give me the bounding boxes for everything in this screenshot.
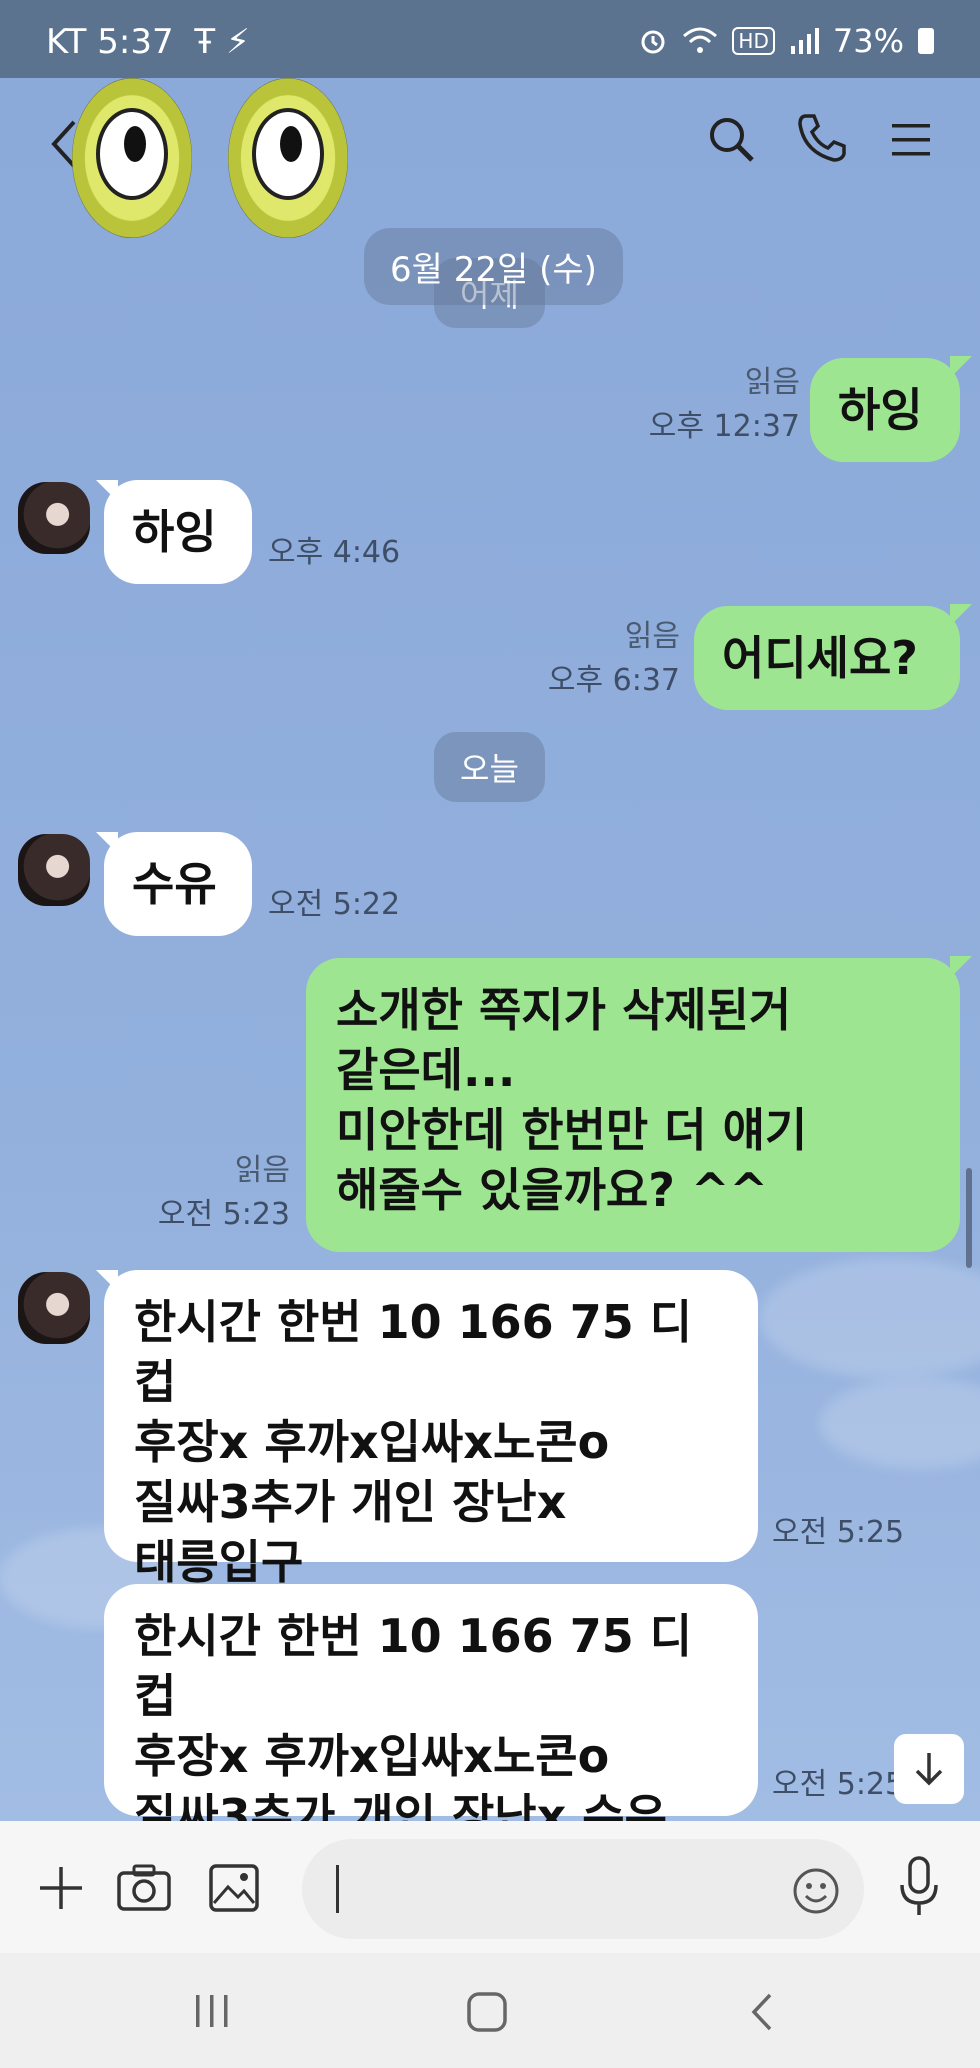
time-label: 오후 4:46 xyxy=(268,535,401,570)
their-message-bubble[interactable]: 수유 xyxy=(104,832,252,936)
image-icon[interactable] xyxy=(208,1863,260,1913)
message-text: 하잉 xyxy=(838,383,923,437)
read-receipt: 읽음 xyxy=(700,364,800,402)
time-label: 오전 5:25 xyxy=(772,1515,905,1550)
date-separator-today: 오늘 xyxy=(434,732,545,802)
chat-area[interactable]: 어제 6월 22일 (수) 읽음 오후 12:37 하잉 하잉 오후 4:46 … xyxy=(0,78,980,1821)
date-label: 6월 22일 (수) xyxy=(390,250,597,290)
time-label: 오후 6:37 xyxy=(547,663,680,698)
status-carrier-time: KT 5:37 Ŧ ⚡ xyxy=(46,22,250,62)
message-text: 하잉 xyxy=(132,505,217,559)
my-message-bubble[interactable]: 어디세요? xyxy=(694,606,960,710)
scroll-to-bottom-button[interactable] xyxy=(894,1734,964,1804)
battery-icon xyxy=(918,28,934,54)
pupil xyxy=(124,126,146,162)
bubble-tail xyxy=(950,604,972,626)
eye-white xyxy=(252,108,324,200)
message-time: 오후 12:37 xyxy=(600,408,800,446)
wifi-icon xyxy=(683,27,718,53)
carrier-time: KT 5:37 xyxy=(46,22,174,62)
sticky-date-header: 6월 22일 (수) xyxy=(364,228,623,305)
emoji-icon[interactable] xyxy=(792,1867,840,1915)
sticker-right-eye xyxy=(228,78,348,238)
phone-icon[interactable] xyxy=(796,112,846,164)
message-time: 오전 5:22 xyxy=(268,886,400,924)
time-label: 오전 5:23 xyxy=(157,1197,290,1232)
avatar[interactable] xyxy=(18,834,90,906)
battery-level: 73% xyxy=(832,22,904,60)
alarm-icon xyxy=(641,30,665,54)
message-text: 한시간 한번 10 166 75 디컵 후장x 후까x입싸x노콘o 질싸3추가 … xyxy=(134,1609,693,1821)
signal-icon xyxy=(790,28,819,54)
read-label: 읽음 xyxy=(624,619,680,654)
time-label: 오전 5:25 xyxy=(772,1767,905,1802)
bubble-tail xyxy=(950,956,972,978)
system-navigation-bar xyxy=(0,1953,980,2068)
hd-icon: HD xyxy=(732,27,775,55)
message-text: 소개한 쪽지가 삭제된거 같은데... 미안한데 한번만 더 얘기 해줄수 있을… xyxy=(336,983,808,1217)
plus-icon[interactable] xyxy=(36,1863,86,1913)
time-label: 오후 12:37 xyxy=(648,409,800,444)
message-input-bar xyxy=(0,1821,980,1953)
eye-white xyxy=(96,108,168,200)
message-time: 오전 5:23 xyxy=(90,1196,290,1234)
notification-icons: Ŧ ⚡ xyxy=(194,22,250,62)
recent-apps-icon[interactable] xyxy=(192,1991,232,2031)
avatar[interactable] xyxy=(18,482,90,554)
read-label: 읽음 xyxy=(744,365,800,400)
their-message-bubble[interactable]: 한시간 한번 10 166 75 디컵 후장x 후까x입싸x노콘o 질싸3추가 … xyxy=(104,1270,758,1589)
message-input-field[interactable] xyxy=(302,1839,864,1939)
status-icons: HD 73% xyxy=(638,22,934,60)
their-message-bubble[interactable]: 한시간 한번 10 166 75 디컵 후장x 후까x입싸x노콘o 질싸3추가 … xyxy=(104,1584,758,1821)
message-text: 어디세요? xyxy=(722,631,918,685)
message-time: 오후 4:46 xyxy=(268,534,400,572)
message-time: 오후 6:37 xyxy=(480,662,680,700)
hamburger-menu-icon[interactable] xyxy=(890,120,932,160)
read-receipt: 읽음 xyxy=(190,1152,290,1190)
read-label: 읽음 xyxy=(234,1153,290,1188)
my-message-bubble[interactable]: 하잉 xyxy=(810,358,960,462)
bubble-tail xyxy=(950,356,972,378)
camera-icon[interactable] xyxy=(116,1863,172,1913)
read-receipt: 읽음 xyxy=(580,618,680,656)
date-label: 오늘 xyxy=(460,750,519,788)
my-message-bubble[interactable]: 소개한 쪽지가 삭제된거 같은데... 미안한데 한번만 더 얘기 해줄수 있을… xyxy=(306,958,960,1252)
pupil xyxy=(280,126,302,162)
microphone-icon[interactable] xyxy=(898,1855,940,1919)
sticker-left-eye xyxy=(72,78,192,238)
back-nav-icon[interactable] xyxy=(746,1991,778,2033)
avatar[interactable] xyxy=(18,1272,90,1344)
message-time: 오전 5:25 xyxy=(772,1514,904,1552)
arrow-down-icon xyxy=(915,1753,943,1786)
scroll-indicator[interactable] xyxy=(966,1168,972,1268)
search-icon[interactable] xyxy=(706,114,756,164)
message-text: 한시간 한번 10 166 75 디컵 후장x 후까x입싸x노콘o 질싸3추가 … xyxy=(134,1295,693,1589)
their-message-bubble[interactable]: 하잉 xyxy=(104,480,252,584)
text-caret xyxy=(336,1865,339,1913)
home-icon[interactable] xyxy=(466,1991,508,2033)
message-time: 오전 5:25 xyxy=(772,1766,904,1804)
status-bar: KT 5:37 Ŧ ⚡ HD 73% xyxy=(0,0,980,78)
time-label: 오전 5:22 xyxy=(268,887,401,922)
message-text: 수유 xyxy=(132,857,217,911)
